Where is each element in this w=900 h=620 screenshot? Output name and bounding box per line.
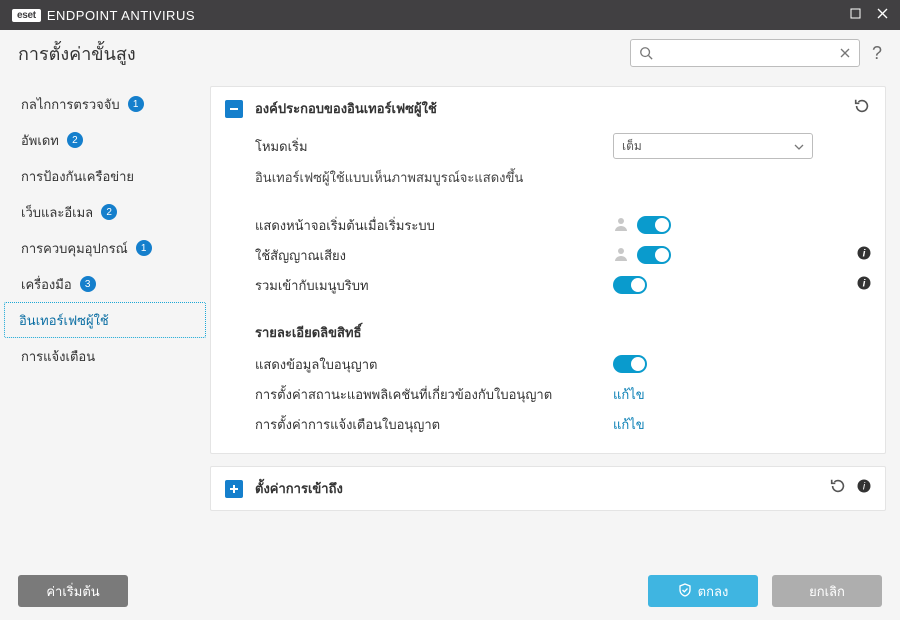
- info-icon[interactable]: i: [851, 246, 871, 264]
- ok-button[interactable]: ตกลง: [648, 575, 758, 607]
- sidebar-item-label: การป้องกันเครือข่าย: [21, 166, 134, 187]
- sidebar-badge: 3: [80, 276, 96, 292]
- edit-app-status-link[interactable]: แก้ไข: [613, 384, 645, 405]
- header: การตั้งค่าขั้นสูง ?: [0, 30, 900, 76]
- search-input-wrap[interactable]: [630, 39, 860, 67]
- sound-label: ใช้สัญญาณเสียง: [255, 245, 605, 266]
- cancel-button[interactable]: ยกเลิก: [772, 575, 882, 607]
- sidebar-item-notifications[interactable]: การแจ้งเตือน: [0, 338, 210, 374]
- sidebar: กลไกการตรวจจับ 1 อัพเดท 2 การป้องกันเครื…: [0, 76, 210, 562]
- splash-toggle[interactable]: [637, 216, 671, 234]
- search-icon: [639, 46, 653, 60]
- sidebar-badge: 2: [67, 132, 83, 148]
- eset-logo: eset: [12, 9, 41, 22]
- ok-button-label: ตกลง: [698, 581, 729, 602]
- collapse-icon[interactable]: [225, 100, 243, 118]
- sidebar-item-network[interactable]: การป้องกันเครือข่าย: [0, 158, 210, 194]
- page-title: การตั้งค่าขั้นสูง: [18, 39, 136, 68]
- main-content: องค์ประกอบของอินเทอร์เฟซผู้ใช้ โหมดเริ่ม…: [210, 76, 900, 562]
- sidebar-item-device-control[interactable]: การควบคุมอุปกรณ์ 1: [0, 230, 210, 266]
- chevron-down-icon: [794, 139, 804, 153]
- splash-label: แสดงหน้าจอเริ่มต้นเมื่อเริ่มระบบ: [255, 215, 605, 236]
- shield-check-icon: [678, 583, 692, 600]
- svg-text:i: i: [863, 249, 866, 260]
- sound-toggle[interactable]: [637, 246, 671, 264]
- start-mode-value: เต็ม: [622, 137, 642, 156]
- user-icon: [613, 216, 629, 235]
- panel-title: ตั้งค่าการเข้าถึง: [255, 478, 343, 499]
- sidebar-badge: 1: [128, 96, 144, 112]
- start-mode-label: โหมดเริ่ม: [255, 136, 605, 157]
- sidebar-item-label: การแจ้งเตือน: [21, 346, 95, 367]
- clear-search-icon[interactable]: [839, 47, 851, 59]
- license-notif-label: การตั้งค่าการแจ้งเตือนใบอนุญาต: [255, 414, 605, 435]
- show-license-toggle[interactable]: [613, 355, 647, 373]
- sidebar-item-update[interactable]: อัพเดท 2: [0, 122, 210, 158]
- panel-ui-components: องค์ประกอบของอินเทอร์เฟซผู้ใช้ โหมดเริ่ม…: [210, 86, 886, 454]
- sidebar-item-label: เครื่องมือ: [21, 274, 72, 295]
- reset-icon[interactable]: [829, 477, 847, 500]
- default-button[interactable]: ค่าเริ่มต้น: [18, 575, 128, 607]
- sidebar-item-label: เว็บและอีเมล: [21, 202, 93, 223]
- sidebar-item-label: กลไกการตรวจจับ: [21, 94, 120, 115]
- sidebar-badge: 2: [101, 204, 117, 220]
- footer: ค่าเริ่มต้น ตกลง ยกเลิก: [0, 562, 900, 620]
- context-menu-toggle[interactable]: [613, 276, 647, 294]
- search-input[interactable]: [653, 46, 839, 60]
- panel-title: องค์ประกอบของอินเทอร์เฟซผู้ใช้: [255, 98, 437, 119]
- sidebar-item-detection[interactable]: กลไกการตรวจจับ 1: [0, 86, 210, 122]
- context-menu-label: รวมเข้ากับเมนูบริบท: [255, 275, 605, 296]
- brand: eset ENDPOINT ANTIVIRUS: [12, 8, 195, 23]
- reset-icon[interactable]: [853, 97, 871, 120]
- sidebar-item-tools[interactable]: เครื่องมือ 3: [0, 266, 210, 302]
- sidebar-item-ui[interactable]: อินเทอร์เฟซผู้ใช้: [4, 302, 206, 338]
- sidebar-badge: 1: [136, 240, 152, 256]
- close-icon[interactable]: [877, 0, 888, 30]
- edit-license-notif-link[interactable]: แก้ไข: [613, 414, 645, 435]
- product-name: ENDPOINT ANTIVIRUS: [47, 8, 195, 23]
- app-status-label: การตั้งค่าสถานะแอพพลิเคชันที่เกี่ยวข้องก…: [255, 384, 605, 405]
- sidebar-item-label: การควบคุมอุปกรณ์: [21, 238, 128, 259]
- sidebar-item-web-email[interactable]: เว็บและอีเมล 2: [0, 194, 210, 230]
- window-controls: [850, 0, 888, 30]
- user-icon: [613, 246, 629, 265]
- show-license-label: แสดงข้อมูลใบอนุญาต: [255, 354, 605, 375]
- sidebar-item-label: อินเทอร์เฟซผู้ใช้: [19, 310, 109, 331]
- start-mode-note: อินเทอร์เฟซผู้ใช้แบบเห็นภาพสมบูรณ์จะแสดง…: [255, 167, 523, 188]
- svg-text:i: i: [863, 279, 866, 290]
- info-icon[interactable]: i: [857, 479, 871, 498]
- license-heading: รายละเอียดลิขสิทธิ์: [255, 322, 871, 343]
- expand-icon[interactable]: [225, 480, 243, 498]
- title-bar: eset ENDPOINT ANTIVIRUS: [0, 0, 900, 30]
- start-mode-select[interactable]: เต็ม: [613, 133, 813, 159]
- sidebar-item-label: อัพเดท: [21, 130, 59, 151]
- panel-access-settings: ตั้งค่าการเข้าถึง i: [210, 466, 886, 511]
- info-icon[interactable]: i: [851, 276, 871, 294]
- maximize-icon[interactable]: [850, 0, 861, 30]
- help-icon[interactable]: ?: [872, 43, 882, 64]
